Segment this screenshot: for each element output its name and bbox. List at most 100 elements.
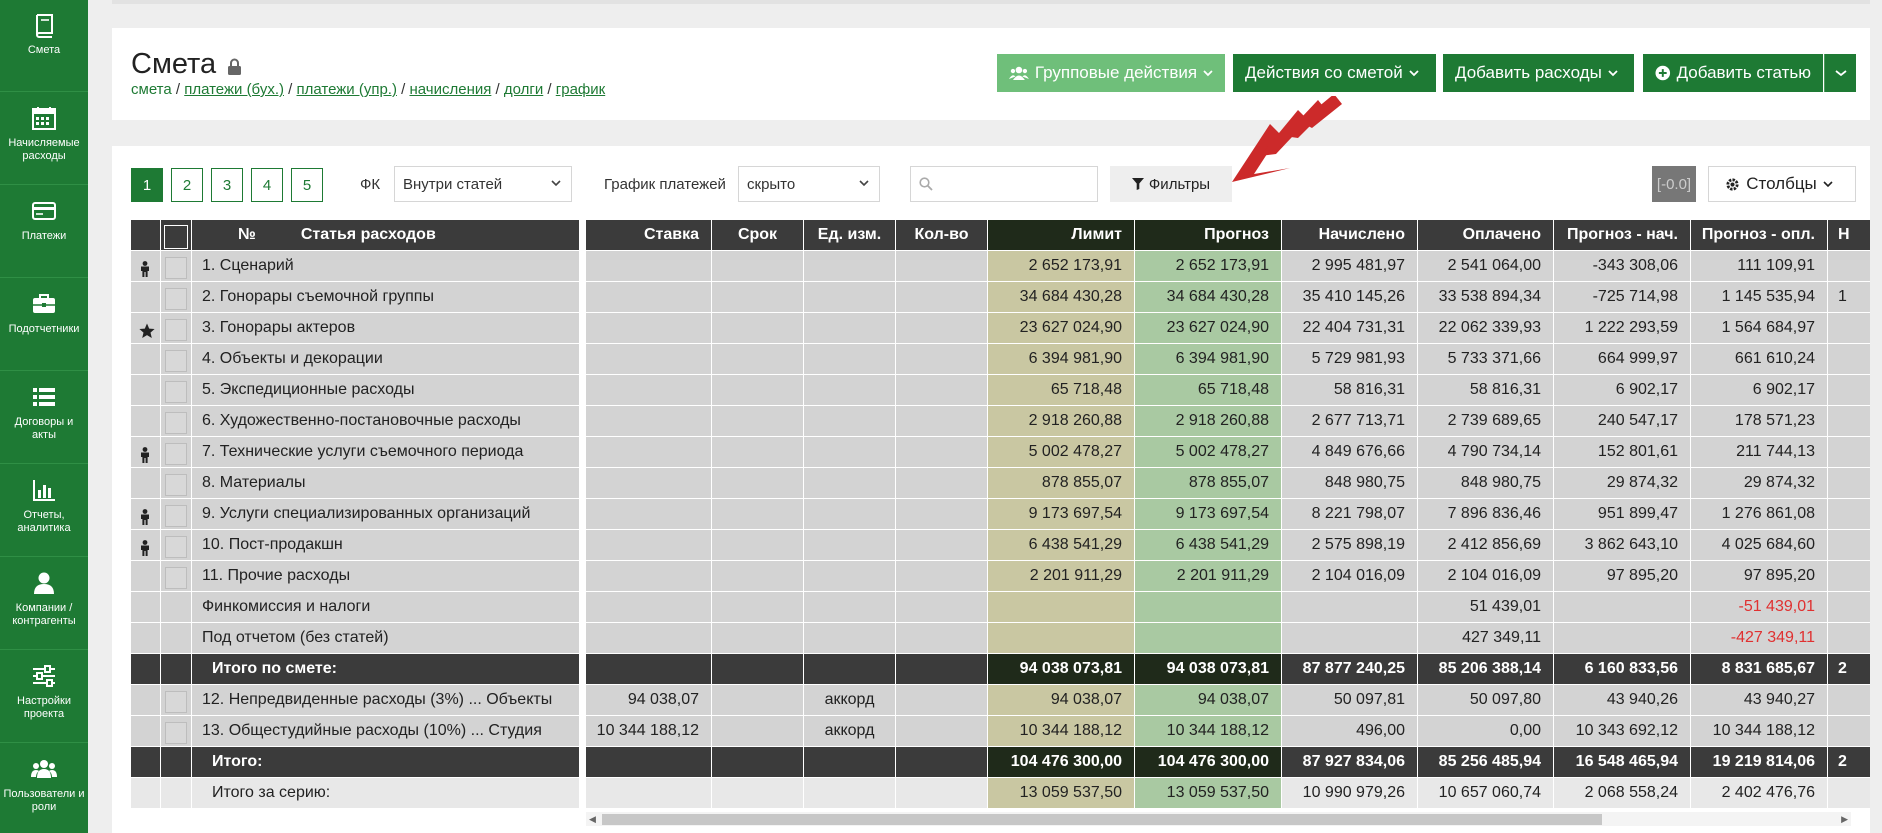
search-icon bbox=[919, 177, 933, 191]
add-item-button[interactable]: Добавить статью bbox=[1643, 54, 1823, 92]
breadcrumb-link-1[interactable]: платежи (бух.) bbox=[184, 81, 284, 98]
row-checkbox[interactable] bbox=[165, 473, 187, 496]
column-header-qty[interactable]: Кол-во bbox=[896, 220, 988, 251]
column-header-term[interactable]: Срок bbox=[712, 220, 804, 251]
breadcrumb-link-2[interactable]: платежи (упр.) bbox=[297, 81, 397, 98]
cell-rate bbox=[586, 778, 712, 809]
sidebar-item-9[interactable]: Пользователи и роли bbox=[0, 744, 88, 833]
row-name[interactable]: 10. Пост-продакшн bbox=[192, 530, 580, 561]
cell-qty bbox=[896, 778, 988, 809]
row-checkbox[interactable] bbox=[165, 411, 187, 434]
scroll-right-icon[interactable]: ▶ bbox=[1841, 814, 1848, 825]
row-name[interactable]: 2. Гонорары съемочной группы bbox=[192, 282, 580, 313]
column-header-name[interactable]: Статья расходов bbox=[301, 226, 436, 243]
row-name[interactable]: 5. Экспедиционные расходы bbox=[192, 375, 580, 406]
row-name[interactable]: 4. Объекты и декорации bbox=[192, 344, 580, 375]
row-name[interactable]: 7. Технические услуги съемочного периода bbox=[192, 437, 580, 468]
select-all-checkbox[interactable] bbox=[164, 224, 188, 249]
row-name[interactable]: 13. Общестудийные расходы (10%) ... Студ… bbox=[192, 716, 580, 747]
top-strip bbox=[112, 0, 1870, 4]
cell-unit bbox=[804, 499, 896, 530]
page-button-4[interactable]: 4 bbox=[251, 168, 283, 202]
sidebar-item-8[interactable]: Настройки проекта bbox=[0, 651, 88, 743]
row-name[interactable]: 11. Прочие расходы bbox=[192, 561, 580, 592]
column-header-rate[interactable]: Ставка bbox=[586, 220, 712, 251]
columns-button[interactable]: Столбцы bbox=[1708, 166, 1856, 202]
page-button-2[interactable]: 2 bbox=[171, 168, 203, 202]
breadcrumb-link-3[interactable]: начисления bbox=[409, 81, 491, 98]
row-icon-cell bbox=[131, 623, 161, 654]
cell-qty bbox=[896, 344, 988, 375]
row-checkbox[interactable] bbox=[165, 318, 187, 341]
row-checkbox[interactable] bbox=[165, 442, 187, 465]
group-actions-button[interactable]: Групповые действия bbox=[997, 54, 1225, 92]
sidebar-item-3[interactable]: Платежи bbox=[0, 186, 88, 278]
search-input[interactable] bbox=[941, 167, 1091, 201]
row-checkbox[interactable] bbox=[165, 287, 187, 310]
column-header-accrued[interactable]: Начислено bbox=[1282, 220, 1418, 251]
breadcrumb-link-5[interactable]: график bbox=[556, 81, 605, 98]
column-header-fc_acc[interactable]: Прогноз - нач. bbox=[1554, 220, 1691, 251]
table-row: 11. Прочие расходы 2 201 911,29 2 201 911,… bbox=[131, 561, 1870, 592]
row-checkbox[interactable] bbox=[165, 504, 187, 527]
row-checkbox[interactable] bbox=[165, 256, 187, 279]
table-row: 12. Непредвиденные расходы (3%) ... Объе… bbox=[131, 685, 1870, 716]
cell-paid: 85 256 485,94 bbox=[1418, 747, 1554, 778]
column-header-unit[interactable]: Ед. изм. bbox=[804, 220, 896, 251]
row-checkbox[interactable] bbox=[165, 721, 187, 744]
cell-fc_acc bbox=[1554, 592, 1691, 623]
column-header-number[interactable]: № bbox=[238, 226, 256, 243]
row-checkbox[interactable] bbox=[165, 566, 187, 589]
row-name[interactable]: 9. Услуги специализированных организаций bbox=[192, 499, 580, 530]
page-button-1[interactable]: 1 bbox=[131, 168, 163, 202]
cell-forecast: 94 038 073,81 bbox=[1135, 654, 1282, 685]
schedule-select[interactable]: скрыто bbox=[738, 166, 880, 202]
column-header-limit[interactable]: Лимит bbox=[988, 220, 1135, 251]
cell-rate bbox=[586, 654, 712, 685]
column-header-fc_paid[interactable]: Прогноз - опл. bbox=[1691, 220, 1828, 251]
cell-rate bbox=[586, 530, 712, 561]
scrollbar-thumb[interactable] bbox=[602, 814, 1602, 825]
row-checkbox[interactable] bbox=[165, 349, 187, 372]
add-item-dropdown-button[interactable] bbox=[1824, 54, 1856, 92]
row-icon-cell bbox=[131, 716, 161, 747]
row-name[interactable]: 8. Материалы bbox=[192, 468, 580, 499]
row-name[interactable]: 3. Гонорары актеров bbox=[192, 313, 580, 344]
sidebar-item-6[interactable]: Отчеты, аналитика bbox=[0, 465, 88, 557]
column-header-forecast[interactable]: Прогноз bbox=[1135, 220, 1282, 251]
horizontal-scrollbar[interactable]: ◀ ▶ bbox=[586, 812, 1851, 826]
page-button-3[interactable]: 3 bbox=[211, 168, 243, 202]
row-name: Финкомиссия и налоги bbox=[192, 592, 580, 623]
row-name[interactable]: 1. Сценарий bbox=[192, 251, 580, 282]
cell-accrued: 87 877 240,25 bbox=[1282, 654, 1418, 685]
breadcrumb-link-4[interactable]: долги bbox=[504, 81, 543, 98]
cell-fc_acc: 3 862 643,10 bbox=[1554, 530, 1691, 561]
sidebar-item-1[interactable]: Смета bbox=[0, 0, 88, 92]
cell-accrued: 2 104 016,09 bbox=[1282, 561, 1418, 592]
column-header-extra[interactable]: Н bbox=[1828, 220, 1870, 251]
sidebar-item-4[interactable]: Подотчетники bbox=[0, 279, 88, 371]
sidebar-item-2[interactable]: Начисляемые расходы bbox=[0, 93, 88, 185]
cell-accrued: 496,00 bbox=[1282, 716, 1418, 747]
column-header-paid[interactable]: Оплачено bbox=[1418, 220, 1554, 251]
add-expenses-button[interactable]: Добавить расходы bbox=[1443, 54, 1634, 92]
row-name[interactable]: 6. Художественно-постановочные расходы bbox=[192, 406, 580, 437]
cell-paid: 0,00 bbox=[1418, 716, 1554, 747]
cell-qty bbox=[896, 313, 988, 344]
scroll-left-icon[interactable]: ◀ bbox=[589, 814, 596, 825]
estimate-actions-button[interactable]: Действия со сметой bbox=[1233, 54, 1436, 92]
sidebar-item-7[interactable]: Компании / контрагенты bbox=[0, 558, 88, 650]
cell-qty bbox=[896, 406, 988, 437]
cell-fc_acc: 240 547,17 bbox=[1554, 406, 1691, 437]
row-name[interactable]: 12. Непредвиденные расходы (3%) ... Объе… bbox=[192, 685, 580, 716]
row-checkbox[interactable] bbox=[165, 380, 187, 403]
search-box bbox=[910, 166, 1098, 202]
cell-paid: 85 206 388,14 bbox=[1418, 654, 1554, 685]
cell-term bbox=[712, 437, 804, 468]
fk-select[interactable]: Внутри статей bbox=[394, 166, 572, 202]
sidebar-item-5[interactable]: Договоры и акты bbox=[0, 372, 88, 464]
row-checkbox[interactable] bbox=[165, 690, 187, 713]
row-checkbox[interactable] bbox=[165, 535, 187, 558]
page-button-5[interactable]: 5 bbox=[291, 168, 323, 202]
cell-rate bbox=[586, 623, 712, 654]
